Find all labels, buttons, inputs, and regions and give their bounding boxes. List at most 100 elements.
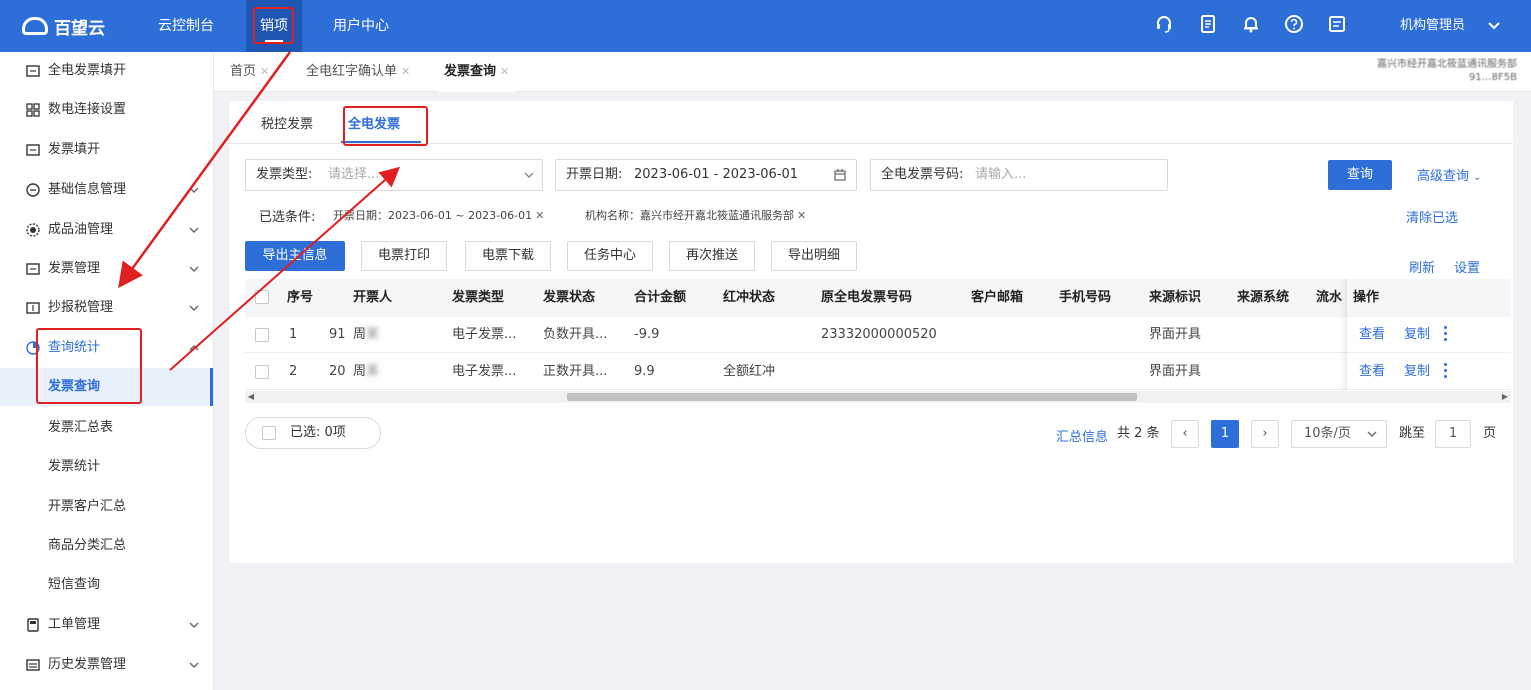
sidebar-item-invoice-manage[interactable]: 发票管理 (0, 250, 213, 288)
select-all-checkbox[interactable] (255, 290, 269, 304)
task-center-button[interactable]: 任务中心 (567, 241, 653, 271)
sidebar-item-invoice-query[interactable]: 发票查询 (0, 368, 213, 406)
nav-cloud-console[interactable]: 云控制台 (158, 0, 214, 52)
row-checkbox[interactable] (255, 328, 269, 342)
headset-icon[interactable] (1153, 14, 1175, 36)
row-issuer: 周某 (353, 317, 379, 353)
fixed-column-shadow (1339, 279, 1347, 391)
chevron-down-icon (189, 622, 199, 628)
page-button-current[interactable]: 1 (1211, 420, 1239, 448)
table-row[interactable]: 2 20 周某 电子发票... 正数开具... 9.9 全额红冲 界面开具 查看… (245, 354, 1511, 390)
sidebar-item-full-invoice-issue[interactable]: 全电发票填开 (0, 52, 213, 90)
sidebar-item-invoice-summary[interactable]: 发票汇总表 (0, 409, 213, 447)
view-link[interactable]: 查看 (1359, 354, 1385, 390)
export-main-info-button[interactable]: 导出主信息 (245, 241, 345, 271)
close-icon[interactable]: ✕ (797, 209, 806, 222)
nav-user-center[interactable]: 用户中心 (333, 0, 389, 52)
tab-full-electronic-invoice[interactable]: 全电发票 (348, 107, 400, 143)
copy-link[interactable]: 复制 (1404, 317, 1430, 353)
notice-icon[interactable] (1326, 14, 1348, 36)
user-name[interactable]: 机构管理员 (1400, 0, 1465, 52)
invoice-type-label: 发票类型: (256, 167, 313, 182)
sidebar: 全电发票填开 数电连接设置 发票填开 基础信息管理 成品油管理 发票管理 抄报税… (0, 52, 214, 690)
sidebar-item-ticket[interactable]: 工单管理 (0, 606, 213, 644)
invoice-type-select[interactable]: 发票类型: 请选择... (245, 159, 543, 191)
tab-red-confirm[interactable]: 全电红字确认单 ✕ (306, 52, 410, 92)
tax-icon (26, 302, 40, 314)
more-icon[interactable] (1444, 363, 1448, 381)
help-icon[interactable] (1283, 14, 1305, 36)
sidebar-item-invoice-issue[interactable]: 发票填开 (0, 131, 213, 169)
tab-invoice-query[interactable]: 发票查询 ✕ (438, 52, 516, 92)
search-button[interactable]: 查询 (1328, 160, 1392, 190)
sidebar-item-sms-query[interactable]: 短信查询 (0, 566, 213, 604)
tab-home[interactable]: 首页 ✕ (230, 52, 269, 92)
chevron-down-icon (189, 305, 199, 311)
logo[interactable]: 百望云 (22, 12, 105, 40)
sidebar-item-tax-report[interactable]: 抄报税管理 (0, 289, 213, 327)
tab-tax-control-invoice[interactable]: 税控发票 (261, 107, 313, 143)
copy-link[interactable]: 复制 (1404, 354, 1430, 390)
row-invoice-status: 负数开具... (543, 327, 608, 342)
row-issuer: 周某 (353, 354, 379, 390)
row-checkbox[interactable] (255, 365, 269, 379)
sidebar-item-label: 全电发票填开 (48, 63, 127, 78)
export-detail-button[interactable]: 导出明细 (771, 241, 857, 271)
document-icon[interactable] (1197, 14, 1219, 36)
print-einvoice-button[interactable]: 电票打印 (361, 241, 447, 271)
scroll-right-icon[interactable]: ▶ (1499, 391, 1511, 403)
chevron-down-icon[interactable] (1486, 17, 1502, 33)
sidebar-item-history[interactable]: 历史发票管理 (0, 646, 213, 684)
page-size-select[interactable]: 10条/页 (1291, 420, 1387, 448)
close-icon[interactable]: ✕ (260, 65, 269, 78)
date-range-picker[interactable]: 开票日期: 2023-06-01 - 2023-06-01 (555, 159, 857, 191)
nav-sales[interactable]: 销项 (246, 0, 302, 52)
scroll-thumb[interactable] (567, 393, 1137, 401)
chip-text: 开票日期：2023-06-01 ~ 2023-06-01 (333, 209, 533, 222)
table-row[interactable]: 1 91 周某 电子发票... 负数开具... -9.9 23332000000… (245, 317, 1511, 353)
scroll-left-icon[interactable]: ◀ (245, 391, 257, 403)
sidebar-item-label: 历史发票管理 (48, 657, 127, 672)
sidebar-item-invoice-stats[interactable]: 发票统计 (0, 448, 213, 486)
close-icon[interactable]: ✕ (535, 209, 544, 222)
date-value: 2023-06-01 - 2023-06-01 (634, 167, 799, 182)
row-source-tag: 界面开具 (1149, 364, 1202, 379)
close-icon[interactable]: ✕ (401, 65, 410, 78)
sidebar-item-label: 查询统计 (48, 340, 101, 355)
clear-selected-link[interactable]: 清除已选 (1406, 207, 1458, 226)
condition-chip-date[interactable]: 开票日期：2023-06-01 ~ 2023-06-01 ✕ (333, 207, 544, 223)
more-icon[interactable] (1444, 326, 1448, 344)
invoice-number-input[interactable]: 全电发票号码: 请输入... (870, 159, 1168, 191)
page-tab-strip: 首页 ✕ 全电红字确认单 ✕ 发票查询 ✕ 嘉兴市经开嘉北筱蓝通讯服务部 91…8F5… (214, 52, 1531, 92)
row-invoice-type: 电子发票... (452, 327, 517, 342)
sidebar-item-connection-settings[interactable]: 数电连接设置 (0, 91, 213, 129)
summary-info-link[interactable]: 汇总信息 (1056, 426, 1108, 445)
invoice-number-placeholder: 请输入... (975, 167, 1027, 182)
footer-select-all-checkbox[interactable] (262, 426, 276, 440)
calendar-icon (834, 169, 846, 181)
sidebar-item-basic-info[interactable]: 基础信息管理 (0, 171, 213, 209)
sidebar-item-query-stats[interactable]: 查询统计 (0, 329, 213, 367)
download-einvoice-button[interactable]: 电票下载 (465, 241, 551, 271)
sidebar-item-product-summary[interactable]: 商品分类汇总 (0, 527, 213, 565)
next-page-button[interactable]: › (1251, 420, 1279, 448)
row-original-number: 23332000000520 (821, 327, 937, 342)
issuer-name: 周 (353, 327, 367, 342)
advanced-query-link[interactable]: 高级查询 ⌄ (1417, 165, 1482, 184)
row-source-tag: 界面开具 (1149, 327, 1202, 342)
column-header: 发票状态 (543, 290, 596, 305)
grid-icon (26, 103, 40, 117)
prev-page-button[interactable]: ‹ (1171, 420, 1199, 448)
horizontal-scrollbar[interactable]: ◀ ▶ (245, 391, 1511, 403)
bell-icon[interactable] (1240, 14, 1262, 36)
sidebar-item-oil[interactable]: 成品油管理 (0, 211, 213, 249)
view-link[interactable]: 查看 (1359, 317, 1385, 353)
sidebar-item-label: 数电连接设置 (48, 102, 127, 117)
close-icon[interactable]: ✕ (500, 65, 509, 78)
jump-page-input[interactable]: 1 (1435, 420, 1471, 448)
settings-link[interactable]: 设置 (1454, 257, 1480, 276)
repush-button[interactable]: 再次推送 (669, 241, 755, 271)
condition-chip-org[interactable]: 机构名称：嘉兴市经开嘉北筱蓝通讯服务部 ✕ (585, 207, 806, 223)
refresh-link[interactable]: 刷新 (1409, 257, 1435, 276)
sidebar-item-customer-summary[interactable]: 开票客户汇总 (0, 488, 213, 526)
